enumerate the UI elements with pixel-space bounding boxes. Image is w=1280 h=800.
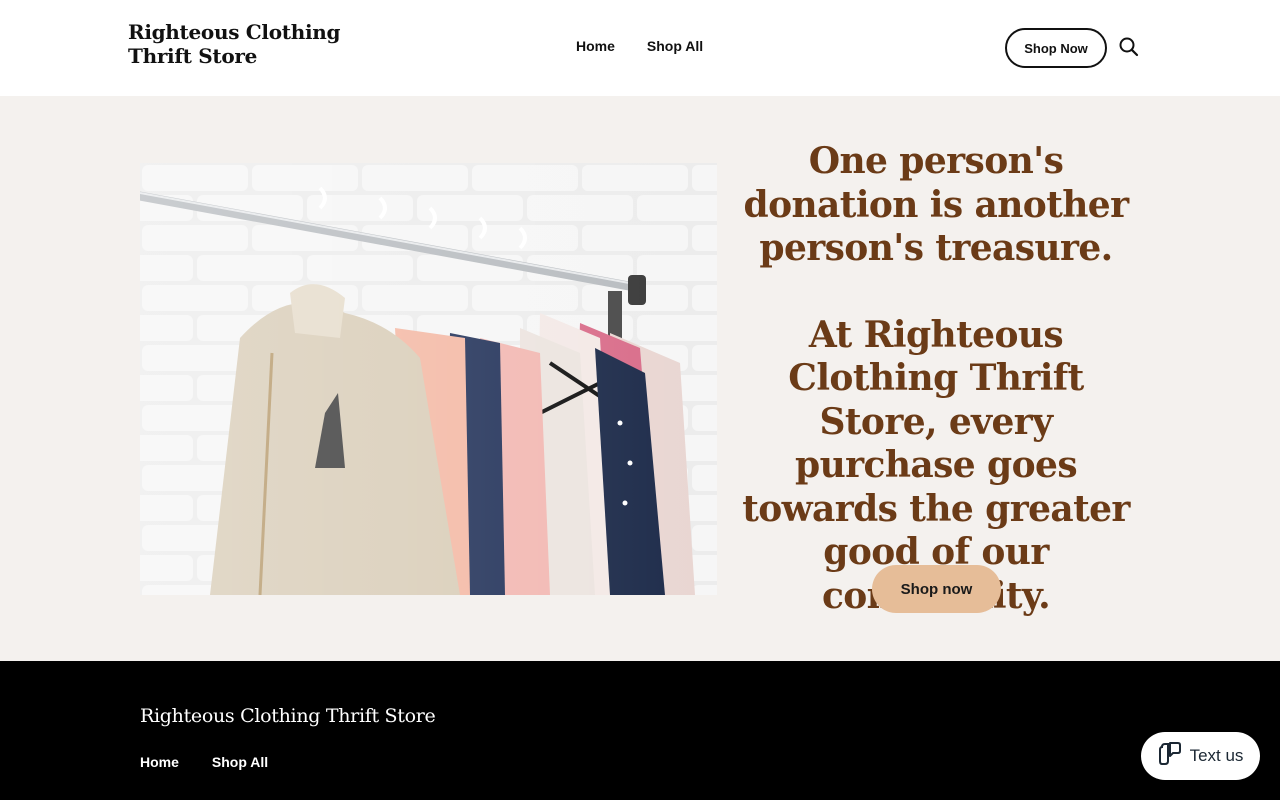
chat-bubble-icon (1158, 741, 1182, 772)
search-icon[interactable] (1118, 36, 1140, 58)
footer-home-link[interactable]: Home (140, 754, 179, 770)
footer-brand[interactable]: Righteous Clothing Thrift Store (140, 705, 436, 727)
brand-name[interactable]: Righteous Clothing Thrift Store (128, 20, 348, 68)
clothing-rack-image (140, 163, 717, 595)
main-nav: Home Shop All (576, 38, 703, 54)
site-header: Righteous Clothing Thrift Store Home Sho… (0, 0, 1280, 96)
nav-shop-all-link[interactable]: Shop All (647, 38, 703, 54)
hero-headline-block: One person's donation is another person'… (732, 140, 1140, 618)
nav-home-link[interactable]: Home (576, 38, 615, 54)
site-footer: Righteous Clothing Thrift Store Home Sho… (0, 661, 1280, 800)
shop-now-button[interactable]: Shop Now (1005, 28, 1107, 68)
text-us-button[interactable]: Text us (1141, 732, 1260, 780)
hero-section: One person's donation is another person'… (0, 96, 1280, 661)
footer-nav: Home Shop All (140, 754, 268, 770)
text-us-label: Text us (1189, 746, 1244, 765)
footer-shop-all-link[interactable]: Shop All (212, 754, 268, 770)
hero-shop-now-button[interactable]: Shop now (872, 565, 1001, 613)
hero-headline: One person's donation is another person'… (743, 140, 1130, 269)
